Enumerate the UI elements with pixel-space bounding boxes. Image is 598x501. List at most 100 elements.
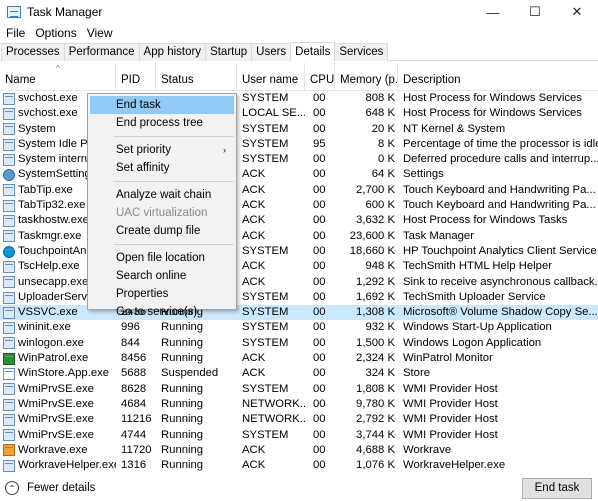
- process-memory: 648 K: [365, 107, 395, 120]
- tab-details[interactable]: Details: [290, 42, 336, 61]
- process-user: SYSTEM: [242, 137, 289, 150]
- window-title: Task Manager: [27, 5, 103, 19]
- context-menu-item-end-task[interactable]: End task: [90, 96, 234, 114]
- tab-processes[interactable]: Processes: [1, 43, 65, 61]
- context-menu-label: End process tree: [116, 117, 203, 129]
- context-menu-label: Properties: [116, 288, 169, 300]
- process-status: Running: [161, 413, 204, 426]
- process-description: Touch Keyboard and Handwriting Pa...: [403, 183, 596, 196]
- table-row[interactable]: WmiPrvSE.exe 4744 Running SYSTEM 00 3,744 K WM…: [0, 428, 598, 443]
- column-header-name[interactable]: ^ Name: [0, 63, 116, 91]
- process-user: SYSTEM: [242, 244, 289, 257]
- table-row[interactable]: WinStore.App.exe 5688 Suspended ACK 00 324 K S…: [0, 366, 598, 381]
- table-row[interactable]: WinPatrol.exe 8456 Running ACK 00 2,324 K WinP…: [0, 351, 598, 366]
- table-row[interactable]: WmiPrvSE.exe 11216 Running NETWORK... 00 2,79…: [0, 412, 598, 427]
- context-menu-item-properties[interactable]: Properties: [90, 285, 234, 303]
- process-description: Settings: [403, 168, 444, 181]
- window-controls: — ☐ ✕: [472, 0, 598, 24]
- table-row[interactable]: WmiPrvSE.exe 4684 Running NETWORK... 00 9,780…: [0, 397, 598, 412]
- process-status: Running: [161, 459, 204, 472]
- task-manager-icon: [7, 6, 21, 18]
- window-icon: [3, 215, 15, 228]
- context-menu-label: UAC virtualization: [116, 207, 208, 219]
- maximize-button[interactable]: ☐: [514, 0, 556, 24]
- window-icon: [3, 291, 15, 304]
- process-memory: 600 K: [365, 199, 395, 212]
- context-menu-item-set-affinity[interactable]: Set affinity: [90, 159, 234, 177]
- process-user: LOCAL SE...: [242, 107, 305, 120]
- process-cpu: 00: [313, 229, 326, 242]
- window-icon: [3, 123, 15, 136]
- process-user: SYSTEM: [242, 153, 289, 166]
- menu-file[interactable]: File: [2, 26, 29, 40]
- process-memory: 23,600 K: [349, 229, 395, 242]
- process-pid: 4744: [121, 428, 147, 441]
- process-name-label: System: [18, 122, 56, 135]
- process-description: Host Process for Windows Services: [403, 92, 582, 104]
- process-name: wininit.exe: [0, 320, 116, 335]
- process-description: WorkraveHelper.exe: [403, 459, 506, 472]
- tab-startup[interactable]: Startup: [205, 43, 253, 61]
- column-header-status[interactable]: Status: [156, 63, 237, 91]
- context-menu-item-create-dump-file[interactable]: Create dump file: [90, 222, 234, 240]
- workrave-icon: [3, 444, 15, 457]
- process-name-label: VSSVC.exe: [18, 306, 78, 319]
- column-header-user[interactable]: User name: [237, 63, 305, 91]
- menu-options[interactable]: Options: [31, 26, 80, 40]
- process-memory: 8 K: [378, 137, 395, 150]
- table-row[interactable]: Workrave.exe 11720 Running ACK 00 4,688 K Work…: [0, 443, 598, 458]
- table-row[interactable]: wininit.exe 996 Running SYSTEM 00 932 K Window…: [0, 320, 598, 335]
- table-row[interactable]: winlogon.exe 844 Running SYSTEM 00 1,500 K Win…: [0, 336, 598, 351]
- context-menu-item-analyze-wait-chain[interactable]: Analyze wait chain: [90, 186, 234, 204]
- context-menu-label: End task: [116, 99, 161, 111]
- table-row[interactable]: WorkraveHelper.exe 1316 Running ACK 00 1,076 …: [0, 458, 598, 472]
- process-name-label: svchost.exe: [18, 107, 78, 120]
- process-user: SYSTEM: [242, 122, 289, 135]
- process-memory: 2,792 K: [356, 413, 395, 426]
- column-header-cpu[interactable]: CPU: [305, 63, 335, 91]
- process-name: WinPatrol.exe: [0, 351, 116, 366]
- context-menu-item-end-process-tree[interactable]: End process tree: [90, 114, 234, 132]
- context-menu-item-search-online[interactable]: Search online: [90, 267, 234, 285]
- process-cpu: 00: [313, 382, 326, 395]
- column-header-description[interactable]: Description: [398, 63, 598, 91]
- process-description: WMI Provider Host: [403, 413, 498, 426]
- process-cpu: 00: [313, 183, 326, 196]
- process-user: SYSTEM: [242, 290, 289, 303]
- menu-separator: [114, 181, 234, 182]
- process-cpu: 00: [313, 413, 326, 426]
- process-description: Percentage of time the processor is idle: [403, 137, 598, 150]
- window-icon: [3, 398, 15, 411]
- context-menu-item-open-file-location[interactable]: Open file location: [90, 249, 234, 267]
- fewer-details-link[interactable]: ⌃ Fewer details: [5, 481, 95, 495]
- process-status: Running: [161, 382, 204, 395]
- process-name-label: taskhostw.exe: [18, 214, 89, 227]
- footer: ⌃ Fewer details End task: [0, 478, 598, 501]
- tab-app-history[interactable]: App history: [138, 43, 207, 61]
- window-icon: [3, 92, 15, 105]
- fewer-details-label: Fewer details: [27, 482, 96, 494]
- context-menu-item-uac-virtualization: UAC virtualization: [90, 204, 234, 222]
- end-task-button[interactable]: End task: [522, 478, 592, 499]
- minimize-button[interactable]: —: [472, 0, 514, 24]
- winpatrol-icon: [3, 352, 15, 365]
- process-pid: 996: [121, 321, 140, 334]
- tab-services[interactable]: Services: [334, 43, 389, 61]
- tab-users[interactable]: Users: [251, 43, 292, 61]
- title-bar: Task Manager — ☐ ✕: [0, 0, 598, 24]
- process-memory: 2,324 K: [356, 352, 395, 365]
- menu-separator: [114, 244, 234, 245]
- tab-performance[interactable]: Performance: [63, 43, 140, 61]
- close-button[interactable]: ✕: [556, 0, 598, 24]
- process-user: SYSTEM: [242, 428, 289, 441]
- sort-ascending-icon: ^: [56, 64, 60, 73]
- column-header-memory[interactable]: Memory (p...: [335, 63, 398, 91]
- column-header-pid[interactable]: PID: [116, 63, 156, 91]
- process-pid: 844: [121, 336, 140, 349]
- menu-view[interactable]: View: [83, 26, 117, 40]
- context-menu-item-go-to-service-s[interactable]: Go to service(s): [90, 303, 234, 321]
- process-memory: 3,632 K: [356, 214, 395, 227]
- process-name: WmiPrvSE.exe: [0, 428, 116, 443]
- context-menu-item-set-priority[interactable]: Set priority ›: [90, 141, 234, 159]
- table-row[interactable]: WmiPrvSE.exe 8628 Running SYSTEM 00 1,808 K WM…: [0, 382, 598, 397]
